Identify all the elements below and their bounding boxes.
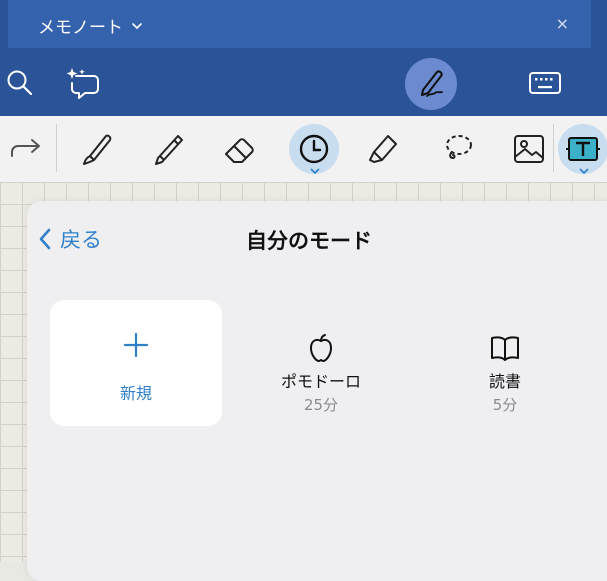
mode-name: 読書 xyxy=(488,372,521,391)
highlighter-icon[interactable] xyxy=(364,130,402,166)
back-button[interactable]: 戻る xyxy=(38,224,102,254)
plus-icon xyxy=(123,332,149,358)
search-icon[interactable] xyxy=(6,68,34,98)
clock-icon xyxy=(299,134,329,164)
keyboard-icon[interactable] xyxy=(528,70,562,96)
lasso-icon[interactable] xyxy=(438,130,476,168)
tab-title: メモノート xyxy=(38,18,123,38)
book-icon xyxy=(491,336,519,361)
new-mode-card[interactable] xyxy=(50,300,222,426)
document-tab[interactable]: メモノート × xyxy=(8,0,591,48)
tab-title-group[interactable]: メモノート xyxy=(38,13,143,38)
chevron-left-icon xyxy=(39,228,51,250)
redo-icon[interactable] xyxy=(8,136,44,162)
brush-pen-icon[interactable] xyxy=(80,130,114,166)
mode-name: ポモドーロ xyxy=(280,372,361,391)
chevron-down-icon xyxy=(579,168,589,174)
apple-icon xyxy=(310,334,332,362)
tab-close-button[interactable]: × xyxy=(556,14,569,33)
new-mode-label: 新規 xyxy=(119,384,152,403)
mode-item-reading[interactable]: 読書 5分 xyxy=(435,332,575,415)
pencil-icon[interactable] xyxy=(150,130,186,166)
back-label: 戻る xyxy=(60,228,102,252)
mode-duration: 5分 xyxy=(492,396,518,414)
mode-item-pomodoro[interactable]: ポモドーロ 25分 xyxy=(251,332,391,415)
ai-assist-icon[interactable] xyxy=(66,66,104,100)
handwriting-pen-icon xyxy=(421,70,443,97)
mode-duration: 25分 xyxy=(303,396,339,414)
image-icon[interactable] xyxy=(512,133,546,165)
toolbar-divider xyxy=(553,124,554,172)
chevron-down-icon xyxy=(132,22,142,29)
text-box-icon xyxy=(566,137,600,161)
eraser-icon[interactable] xyxy=(222,132,258,166)
panel-title: 自分のモード xyxy=(246,229,372,253)
toolbar-divider xyxy=(56,124,57,172)
chevron-down-icon xyxy=(310,168,320,174)
